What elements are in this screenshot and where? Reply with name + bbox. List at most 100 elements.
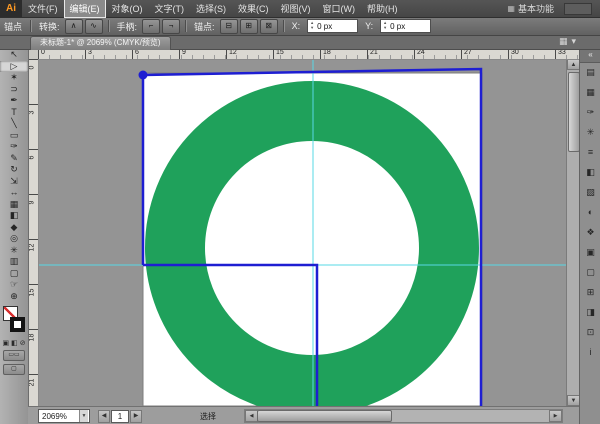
navigator-panel-icon[interactable]: ⊡: [580, 323, 600, 343]
stroke-swatch[interactable]: [10, 317, 25, 332]
lasso-tool[interactable]: ⊃: [0, 84, 28, 96]
ruler-number: 9: [179, 49, 226, 59]
layers-panel-icon[interactable]: ▣: [580, 243, 600, 263]
remove-anchor-button[interactable]: ⊟: [219, 18, 238, 34]
convert-to-corner-button[interactable]: ∧: [64, 18, 83, 34]
pen-tool[interactable]: ✒: [0, 95, 28, 107]
info-panel-icon[interactable]: i: [580, 343, 600, 363]
separator: [282, 20, 284, 32]
line-segment-tool[interactable]: ╲: [0, 118, 28, 130]
artboards-panel-icon[interactable]: ▢: [580, 263, 600, 283]
previous-artboard-icon[interactable]: ◀: [98, 409, 110, 423]
status-display[interactable]: 选择: [200, 411, 216, 422]
menu-item[interactable]: 对象(O): [107, 0, 148, 17]
symbols-panel-icon[interactable]: ✳: [580, 123, 600, 143]
ruler-number: 21: [28, 374, 38, 406]
anchor-buttons: ⊟ ⊞ ⊠: [219, 18, 279, 34]
appearance-panel-icon[interactable]: ◐: [580, 203, 600, 223]
zoom-tool[interactable]: ⊕: [0, 291, 28, 303]
column-graph-tool[interactable]: ▥: [0, 256, 28, 268]
drawing-modes-button[interactable]: ▭▭: [3, 350, 25, 361]
next-artboard-icon[interactable]: ▶: [130, 409, 142, 423]
pathfinder-panel-icon[interactable]: ◨: [580, 303, 600, 323]
scroll-right-icon[interactable]: ▶: [549, 410, 562, 422]
menu-item[interactable]: 编辑(E): [63, 0, 106, 18]
pencil-tool[interactable]: ✎: [0, 153, 28, 165]
hide-handles-button[interactable]: ¬: [162, 18, 181, 34]
color-panel-icon[interactable]: ▤: [580, 63, 600, 83]
arrange-documents-icon[interactable]: ▦: [559, 36, 568, 47]
menu-item[interactable]: 文件(F): [23, 0, 63, 17]
selection-tool[interactable]: ↖: [0, 49, 28, 61]
anchor-point[interactable]: [138, 70, 148, 80]
paintbrush-tool[interactable]: ✑: [0, 141, 28, 153]
ruler-number: 12: [28, 239, 38, 284]
menu-item[interactable]: 帮助(H): [362, 0, 403, 17]
type-tool[interactable]: T: [0, 107, 28, 119]
zoom-value: 2069%: [42, 411, 67, 421]
menu-item[interactable]: 视图(V): [276, 0, 316, 17]
canvas-svg[interactable]: [38, 59, 566, 406]
vertical-scrollbar[interactable]: ▲ ▼: [566, 59, 580, 406]
eyedropper-tool[interactable]: ◆: [0, 222, 28, 234]
expand-panels-button[interactable]: «: [580, 49, 600, 63]
horizontal-scrollbar[interactable]: ◀ ▶: [244, 409, 563, 423]
vertical-ruler[interactable]: 0 3 6 9 12 15 18 21: [28, 59, 39, 406]
gradient-mode-icon[interactable]: ◧: [11, 339, 18, 347]
menu-item[interactable]: 选择(S): [191, 0, 231, 17]
ruler-number: 12: [226, 49, 273, 59]
hand-tool[interactable]: ☞: [0, 279, 28, 291]
swatches-panel-icon[interactable]: ▦: [580, 83, 600, 103]
ruler-number: 33: [555, 49, 579, 59]
scale-tool[interactable]: ⇲: [0, 176, 28, 188]
horizontal-scroll-thumb[interactable]: [257, 410, 393, 422]
convert-to-smooth-button[interactable]: ∿: [84, 18, 103, 34]
tools-panel: ↖ ▷ ✶ ⊃ ✒ T ╲ ▭ ✑ ✎ ↻ ⇲ ↔ ▦ ◧ ◆ ◎ ✳ ▥ ▢ …: [0, 49, 29, 424]
cut-path-button[interactable]: ⊠: [259, 18, 278, 34]
document-tab-bar: 未标题-1* @ 2069% (CMYK/预览) ▦ ▾: [0, 35, 600, 50]
ruler-number: 0: [28, 59, 38, 104]
none-mode-icon[interactable]: ⊘: [20, 339, 26, 347]
workspace-switcher[interactable]: ▦ 基本功能: [507, 2, 554, 15]
y-coordinate-field[interactable]: ▲ ▼ 0 px: [380, 19, 432, 33]
spinner-icon[interactable]: ▲ ▼: [309, 20, 315, 30]
horizontal-ruler[interactable]: 0 3 6 9 12 15 18 21 24 27 30 33: [38, 49, 579, 60]
zoom-dropdown[interactable]: 2069% ▼: [38, 409, 90, 423]
symbol-sprayer-tool[interactable]: ✳: [0, 245, 28, 257]
workspace-label: 基本功能: [517, 4, 554, 14]
gradient-panel-icon[interactable]: ◧: [580, 163, 600, 183]
x-coordinate-field[interactable]: ▲ ▼ 0 px: [307, 19, 359, 33]
mesh-tool[interactable]: ▦: [0, 199, 28, 211]
blend-tool[interactable]: ◎: [0, 233, 28, 245]
workspace-grid-icon: ▦: [507, 4, 515, 13]
ruler-number: 9: [28, 194, 38, 239]
color-mode-icon[interactable]: ▣: [2, 339, 9, 347]
stroke-panel-icon[interactable]: ≡: [580, 143, 600, 163]
rectangle-tool[interactable]: ▭: [0, 130, 28, 142]
magic-wand-tool[interactable]: ✶: [0, 72, 28, 84]
artboard-number-field[interactable]: 1: [111, 409, 129, 423]
show-handles-button[interactable]: ⌐: [142, 18, 161, 34]
screen-mode-button[interactable]: ▢: [3, 364, 25, 375]
brushes-panel-icon[interactable]: ✑: [580, 103, 600, 123]
artboard-tool[interactable]: ▢: [0, 268, 28, 280]
anchors-label: 锚点:: [194, 21, 215, 32]
graphic-styles-panel-icon[interactable]: ❖: [580, 223, 600, 243]
menu-items: 文件(F) 编辑(E) 对象(O) 文字(T) 选择(S) 效果(C) 视图(V…: [22, 0, 404, 18]
canvas-area[interactable]: [38, 59, 566, 406]
rotate-tool[interactable]: ↻: [0, 164, 28, 176]
menu-item[interactable]: 文字(T): [150, 0, 190, 17]
width-tool[interactable]: ↔: [0, 187, 28, 199]
transparency-panel-icon[interactable]: ▨: [580, 183, 600, 203]
add-anchor-button[interactable]: ⊞: [239, 18, 258, 34]
menu-item[interactable]: 效果(C): [233, 0, 274, 17]
spinner-icon[interactable]: ▲ ▼: [382, 20, 388, 30]
x-label: X:: [291, 21, 301, 31]
align-panel-icon[interactable]: ⊞: [580, 283, 600, 303]
menu-item[interactable]: 窗口(W): [318, 0, 361, 17]
gradient-tool[interactable]: ◧: [0, 210, 28, 222]
menu-search-box[interactable]: [564, 2, 592, 15]
document-tab[interactable]: 未标题-1* @ 2069% (CMYK/预览): [30, 36, 171, 50]
direct-selection-tool[interactable]: ▷: [0, 60, 28, 72]
chevron-down-icon[interactable]: ▾: [571, 36, 576, 47]
